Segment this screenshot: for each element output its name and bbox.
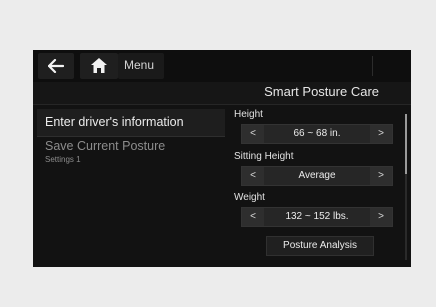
sitting-height-decrease-button[interactable]: <	[242, 167, 264, 185]
enter-driver-info-item[interactable]: Enter driver's information	[37, 109, 225, 137]
back-button[interactable]	[38, 53, 74, 79]
scrollbar-thumb[interactable]	[405, 114, 407, 174]
sitting-height-stepper: < Average >	[241, 166, 393, 186]
weight-stepper: < 132 ~ 152 lbs. >	[241, 207, 393, 227]
weight-value: 132 ~ 152 lbs.	[285, 211, 349, 222]
home-button[interactable]	[80, 53, 118, 79]
height-decrease-button[interactable]: <	[242, 125, 264, 143]
weight-increase-button[interactable]: >	[370, 208, 392, 226]
back-arrow-icon	[48, 59, 64, 73]
height-label: Height	[234, 109, 263, 120]
save-posture-item[interactable]: Save Current Posture	[45, 139, 165, 153]
height-stepper: < 66 ~ 68 in. >	[241, 124, 393, 144]
infotainment-screen: Menu Smart Posture Care Enter driver's i…	[33, 50, 411, 267]
sitting-height-increase-button[interactable]: >	[370, 167, 392, 185]
right-panel: Height < 66 ~ 68 in. > Sitting Height < …	[228, 104, 411, 267]
enter-driver-info-label: Enter driver's information	[45, 115, 184, 129]
weight-decrease-button[interactable]: <	[242, 208, 264, 226]
sitting-height-value: Average	[298, 170, 336, 181]
sitting-height-label: Sitting Height	[234, 151, 294, 162]
top-bar: Menu	[33, 50, 411, 82]
weight-label: Weight	[234, 192, 265, 203]
topbar-divider	[372, 56, 373, 76]
menu-button[interactable]: Menu	[118, 53, 164, 79]
page-title: Smart Posture Care	[264, 84, 379, 99]
height-value: 66 ~ 68 in.	[293, 128, 341, 139]
home-icon	[91, 58, 107, 73]
menu-label: Menu	[124, 58, 155, 72]
left-panel: Enter driver's information Save Current …	[33, 104, 228, 267]
height-increase-button[interactable]: >	[370, 125, 392, 143]
save-posture-subtitle: Settings 1	[45, 155, 81, 164]
scrollbar[interactable]	[405, 114, 407, 260]
posture-analysis-button[interactable]: Posture Analysis	[266, 236, 374, 256]
